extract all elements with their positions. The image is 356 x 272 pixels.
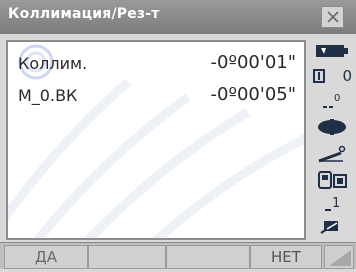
next-page-button[interactable] (324, 245, 354, 269)
result-value: -0º00'01" (210, 52, 296, 73)
softkey-bar: ДА НЕТ (0, 242, 356, 269)
page-number: 1 (332, 196, 340, 211)
softkey-3-button[interactable] (166, 245, 250, 269)
window-title: Коллимация/Рез-т (8, 6, 160, 22)
result-value: -0º00'05" (210, 84, 296, 105)
result-row-m0: M_0.ВК -0º00'05" (18, 84, 298, 108)
result-label: M_0.ВК (18, 86, 78, 105)
softkey-2-button[interactable] (88, 245, 166, 269)
no-button[interactable]: НЕТ (250, 245, 322, 269)
triangle-up-icon (329, 250, 351, 266)
title-bar: Коллимация/Рез-т (0, 0, 356, 34)
tilt-icon[interactable] (308, 142, 356, 166)
page-number-icon: 1 (308, 194, 356, 214)
screen: Коллимация/Рез-т Коллим. -0º00'01" M_0.В… (0, 0, 356, 269)
battery-icon (308, 40, 356, 62)
memory-card-icon[interactable] (308, 168, 356, 192)
distance-mode-icon[interactable]: 0 (308, 64, 356, 88)
result-label: Коллим. (18, 54, 88, 73)
close-button[interactable] (321, 6, 344, 28)
prism-constant-icon[interactable]: 0 (308, 90, 356, 112)
distance-mode-value: 0 (342, 67, 352, 85)
target-icon[interactable] (308, 116, 356, 138)
close-icon (326, 11, 339, 23)
result-row-collimation: Коллим. -0º00'01" (18, 52, 298, 76)
pencil-icon[interactable] (308, 216, 356, 236)
prism-constant-value: 0 (334, 93, 340, 104)
yes-button[interactable]: ДА (4, 245, 88, 269)
status-sidebar: 0 0 1 (308, 36, 356, 240)
results-panel: Коллим. -0º00'01" M_0.ВК -0º00'05" (6, 40, 306, 240)
